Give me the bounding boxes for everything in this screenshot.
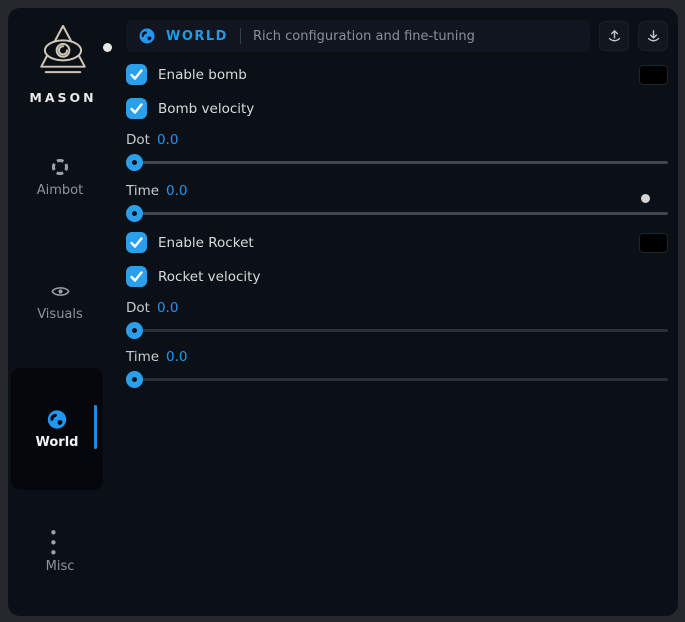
sidebar-item-misc[interactable]: • • • Misc — [10, 532, 110, 574]
slider-value: 0.0 — [166, 349, 187, 365]
checkbox-label: Bomb velocity — [158, 101, 254, 117]
dot-slider[interactable] — [126, 154, 668, 171]
time-slider[interactable] — [126, 205, 668, 222]
sidebar-item-label: Misc — [46, 559, 75, 574]
slider-track[interactable] — [132, 161, 668, 164]
slider-name: Dot — [126, 132, 150, 148]
row-enable-rocket: Enable Rocket — [126, 232, 668, 253]
cursor-dot — [641, 194, 650, 203]
checkbox-label: Enable bomb — [158, 67, 247, 83]
active-indicator — [94, 405, 97, 449]
checkbox-label: Rocket velocity — [158, 269, 260, 285]
upload-icon — [606, 28, 623, 45]
sidebar-item-visuals[interactable]: Visuals — [10, 280, 110, 322]
bomb-color-swatch[interactable] — [639, 65, 668, 85]
rocket-velocity-checkbox[interactable] — [126, 266, 147, 287]
slider-value: 0.0 — [166, 183, 187, 199]
row-enable-bomb: Enable bomb — [126, 64, 668, 85]
slider-name: Time — [126, 183, 159, 199]
download-icon — [645, 28, 662, 45]
slider-track[interactable] — [132, 329, 668, 332]
download-config-button[interactable] — [638, 21, 668, 51]
upload-config-button[interactable] — [599, 21, 629, 51]
slider-label-time: Time 0.0 — [126, 183, 668, 198]
slider-name: Time — [126, 349, 159, 365]
enable-bomb-checkbox[interactable] — [126, 64, 147, 85]
sidebar-item-aimbot[interactable]: Aimbot — [10, 156, 110, 198]
globe-icon — [138, 27, 156, 45]
check-icon — [126, 98, 147, 119]
slider-name: Dot — [126, 300, 150, 316]
check-icon — [126, 232, 147, 253]
row-rocket-velocity: Rocket velocity — [126, 266, 668, 287]
bomb-velocity-checkbox[interactable] — [126, 98, 147, 119]
row-bomb-velocity: Bomb velocity — [126, 98, 668, 119]
page-header: WORLD Rich configuration and fine-tuning — [126, 20, 668, 52]
check-icon — [126, 64, 147, 85]
sidebar-item-label: Visuals — [37, 307, 83, 322]
mason-eye-logo-icon — [34, 22, 92, 86]
divider — [240, 28, 241, 44]
slider-label-dot: Dot 0.0 — [126, 132, 668, 147]
sidebar-item-label: World — [36, 435, 79, 450]
slider-track[interactable] — [132, 378, 668, 381]
ellipsis-icon: • • • — [49, 532, 71, 554]
app-window: MASON Aimbot Visuals — [8, 8, 678, 616]
content-panel: WORLD Rich configuration and fine-tuning… — [118, 8, 678, 616]
slider-track[interactable] — [132, 212, 668, 215]
slider-handle[interactable] — [126, 371, 143, 388]
slider-value: 0.0 — [157, 132, 178, 148]
eye-icon — [49, 280, 71, 302]
slider-handle[interactable] — [126, 322, 143, 339]
enable-rocket-checkbox[interactable] — [126, 232, 147, 253]
crosshair-icon — [49, 156, 71, 178]
globe-icon — [46, 408, 68, 430]
time-slider-2[interactable] — [126, 371, 668, 388]
slider-handle[interactable] — [126, 205, 143, 222]
checkbox-label: Enable Rocket — [158, 235, 254, 251]
sidebar-item-label: Aimbot — [37, 183, 83, 198]
title-bar: WORLD Rich configuration and fine-tuning — [126, 20, 590, 52]
page-title: WORLD — [166, 29, 228, 44]
slider-handle[interactable] — [126, 154, 143, 171]
sidebar-item-world[interactable]: World — [11, 368, 103, 490]
cursor-dot — [103, 43, 112, 52]
slider-label-time: Time 0.0 — [126, 349, 668, 364]
slider-label-dot: Dot 0.0 — [126, 300, 668, 315]
sidebar: MASON Aimbot Visuals — [8, 8, 118, 616]
brand-text: MASON — [29, 90, 96, 105]
page-subtitle: Rich configuration and fine-tuning — [253, 29, 475, 44]
check-icon — [126, 266, 147, 287]
slider-value: 0.0 — [157, 300, 178, 316]
dot-slider-2[interactable] — [126, 322, 668, 339]
logo: MASON — [8, 22, 118, 105]
rocket-color-swatch[interactable] — [639, 233, 668, 253]
